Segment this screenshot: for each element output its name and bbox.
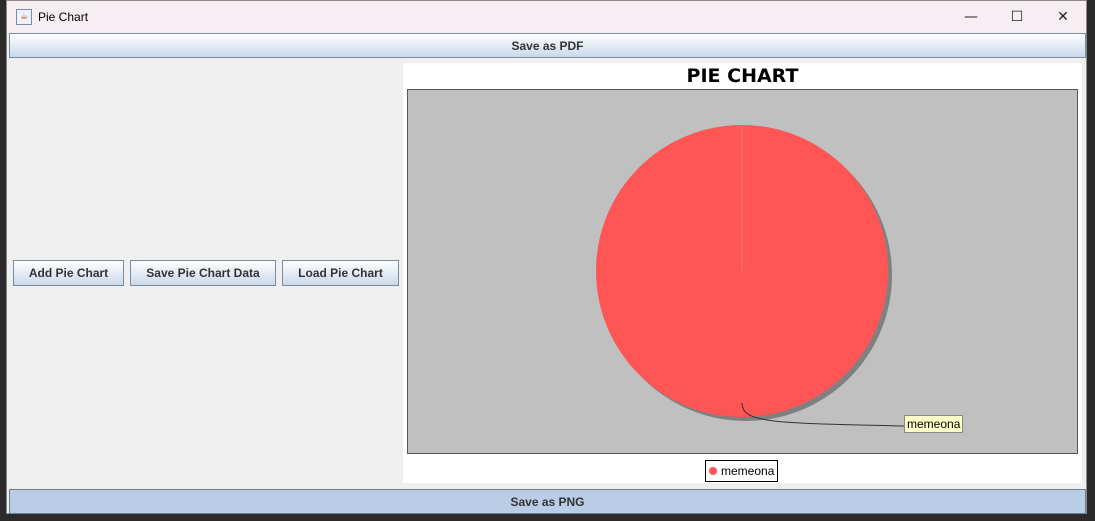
maximize-button[interactable]: ☐ [994, 1, 1040, 32]
save-pie-chart-data-button[interactable]: Save Pie Chart Data [130, 260, 276, 286]
window-title: Pie Chart [38, 9, 89, 24]
chart-panel: PIE CHART memeona memeona [403, 63, 1082, 483]
window-controls: — ☐ ✕ [948, 1, 1086, 32]
plot-area: memeona [407, 89, 1078, 454]
app-window: ☕ Pie Chart — ☐ ✕ Save as PDF Add Pie Ch… [6, 0, 1087, 514]
legend-color-swatch [709, 467, 717, 475]
slice-label: memeona [904, 415, 964, 433]
chart-title: PIE CHART [686, 65, 799, 87]
save-as-pdf-button[interactable]: Save as PDF [9, 33, 1086, 58]
pie-chart-svg [596, 125, 905, 427]
controls-panel: Add Pie Chart Save Pie Chart Data Load P… [13, 260, 399, 286]
legend: memeona [705, 460, 779, 482]
minimize-button[interactable]: — [948, 1, 994, 32]
save-as-png-button[interactable]: Save as PNG [9, 489, 1086, 514]
title-bar: ☕ Pie Chart — ☐ ✕ [7, 1, 1086, 32]
add-pie-chart-button[interactable]: Add Pie Chart [13, 260, 124, 286]
close-button[interactable]: ✕ [1040, 1, 1086, 32]
legend-label: memeona [721, 464, 775, 478]
load-pie-chart-button[interactable]: Load Pie Chart [282, 260, 399, 286]
java-app-icon: ☕ [16, 8, 32, 25]
